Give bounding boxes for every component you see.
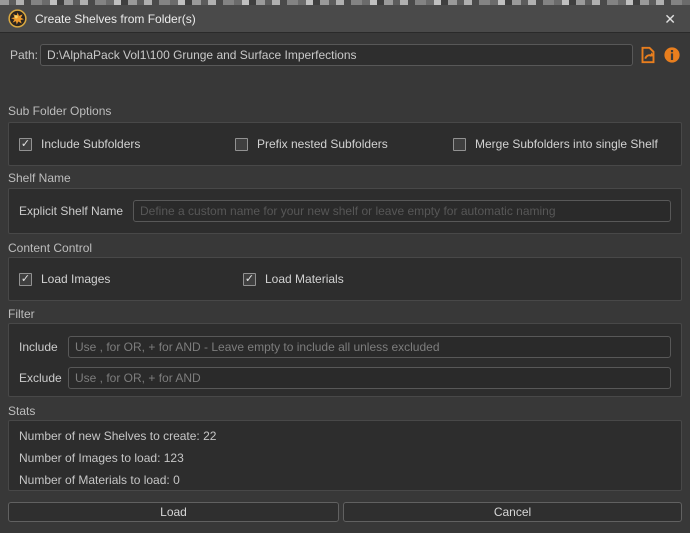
section-title-content-control: Content Control — [8, 241, 92, 255]
checkbox-box[interactable] — [453, 138, 466, 151]
exclude-filter-label: Exclude — [19, 367, 62, 389]
create-shelves-dialog: Create Shelves from Folder(s) ✕ Path: Su… — [0, 5, 690, 533]
plugin-starburst-icon — [8, 9, 27, 28]
exclude-filter-input[interactable] — [68, 367, 671, 389]
checkbox-label: Merge Subfolders into single Shelf — [475, 137, 658, 151]
stat-shelves-to-create: Number of new Shelves to create: 22 — [19, 428, 216, 444]
load-button[interactable]: Load — [8, 502, 339, 522]
stats-panel: Number of new Shelves to create: 22 Numb… — [8, 420, 682, 491]
stat-materials-to-load: Number of Materials to load: 0 — [19, 472, 180, 488]
include-filter-label: Include — [19, 336, 58, 358]
checkbox-label: Include Subfolders — [41, 137, 140, 151]
sub-folder-options-panel: ✓ Include Subfolders Prefix nested Subfo… — [8, 122, 682, 166]
checkbox-label: Prefix nested Subfolders — [257, 137, 388, 151]
dialog-title: Create Shelves from Folder(s) — [35, 12, 196, 26]
content-control-panel: ✓ Load Images ✓ Load Materials — [8, 257, 682, 301]
checkbox-include-subfolders[interactable]: ✓ Include Subfolders — [19, 137, 140, 151]
cancel-button[interactable]: Cancel — [343, 502, 682, 522]
include-filter-input[interactable] — [68, 336, 671, 358]
section-title-sub-folder-options: Sub Folder Options — [8, 104, 111, 118]
explicit-shelf-name-label: Explicit Shelf Name — [19, 200, 123, 222]
info-icon[interactable] — [664, 47, 680, 63]
close-icon[interactable]: ✕ — [660, 10, 680, 28]
section-title-shelf-name: Shelf Name — [8, 171, 71, 185]
stat-images-to-load: Number of Images to load: 123 — [19, 450, 184, 466]
filter-panel: Include Exclude — [8, 323, 682, 397]
checkbox-box[interactable]: ✓ — [19, 138, 32, 151]
checkbox-load-materials[interactable]: ✓ Load Materials — [243, 272, 344, 286]
shelf-name-panel: Explicit Shelf Name — [8, 188, 682, 234]
checkbox-merge-subfolders[interactable]: Merge Subfolders into single Shelf — [453, 137, 658, 151]
path-label: Path: — [10, 48, 38, 62]
section-title-stats: Stats — [8, 404, 35, 418]
checkbox-box[interactable] — [235, 138, 248, 151]
path-input[interactable] — [40, 44, 633, 66]
checkbox-label: Load Materials — [265, 272, 344, 286]
checkbox-box[interactable]: ✓ — [243, 273, 256, 286]
checkbox-prefix-nested-subfolders[interactable]: Prefix nested Subfolders — [235, 137, 388, 151]
section-title-filter: Filter — [8, 307, 35, 321]
browse-folder-icon[interactable] — [639, 46, 657, 64]
checkbox-load-images[interactable]: ✓ Load Images — [19, 272, 110, 286]
checkbox-label: Load Images — [41, 272, 110, 286]
dialog-titlebar[interactable]: Create Shelves from Folder(s) ✕ — [0, 5, 690, 33]
checkbox-box[interactable]: ✓ — [19, 273, 32, 286]
explicit-shelf-name-input[interactable] — [133, 200, 671, 222]
